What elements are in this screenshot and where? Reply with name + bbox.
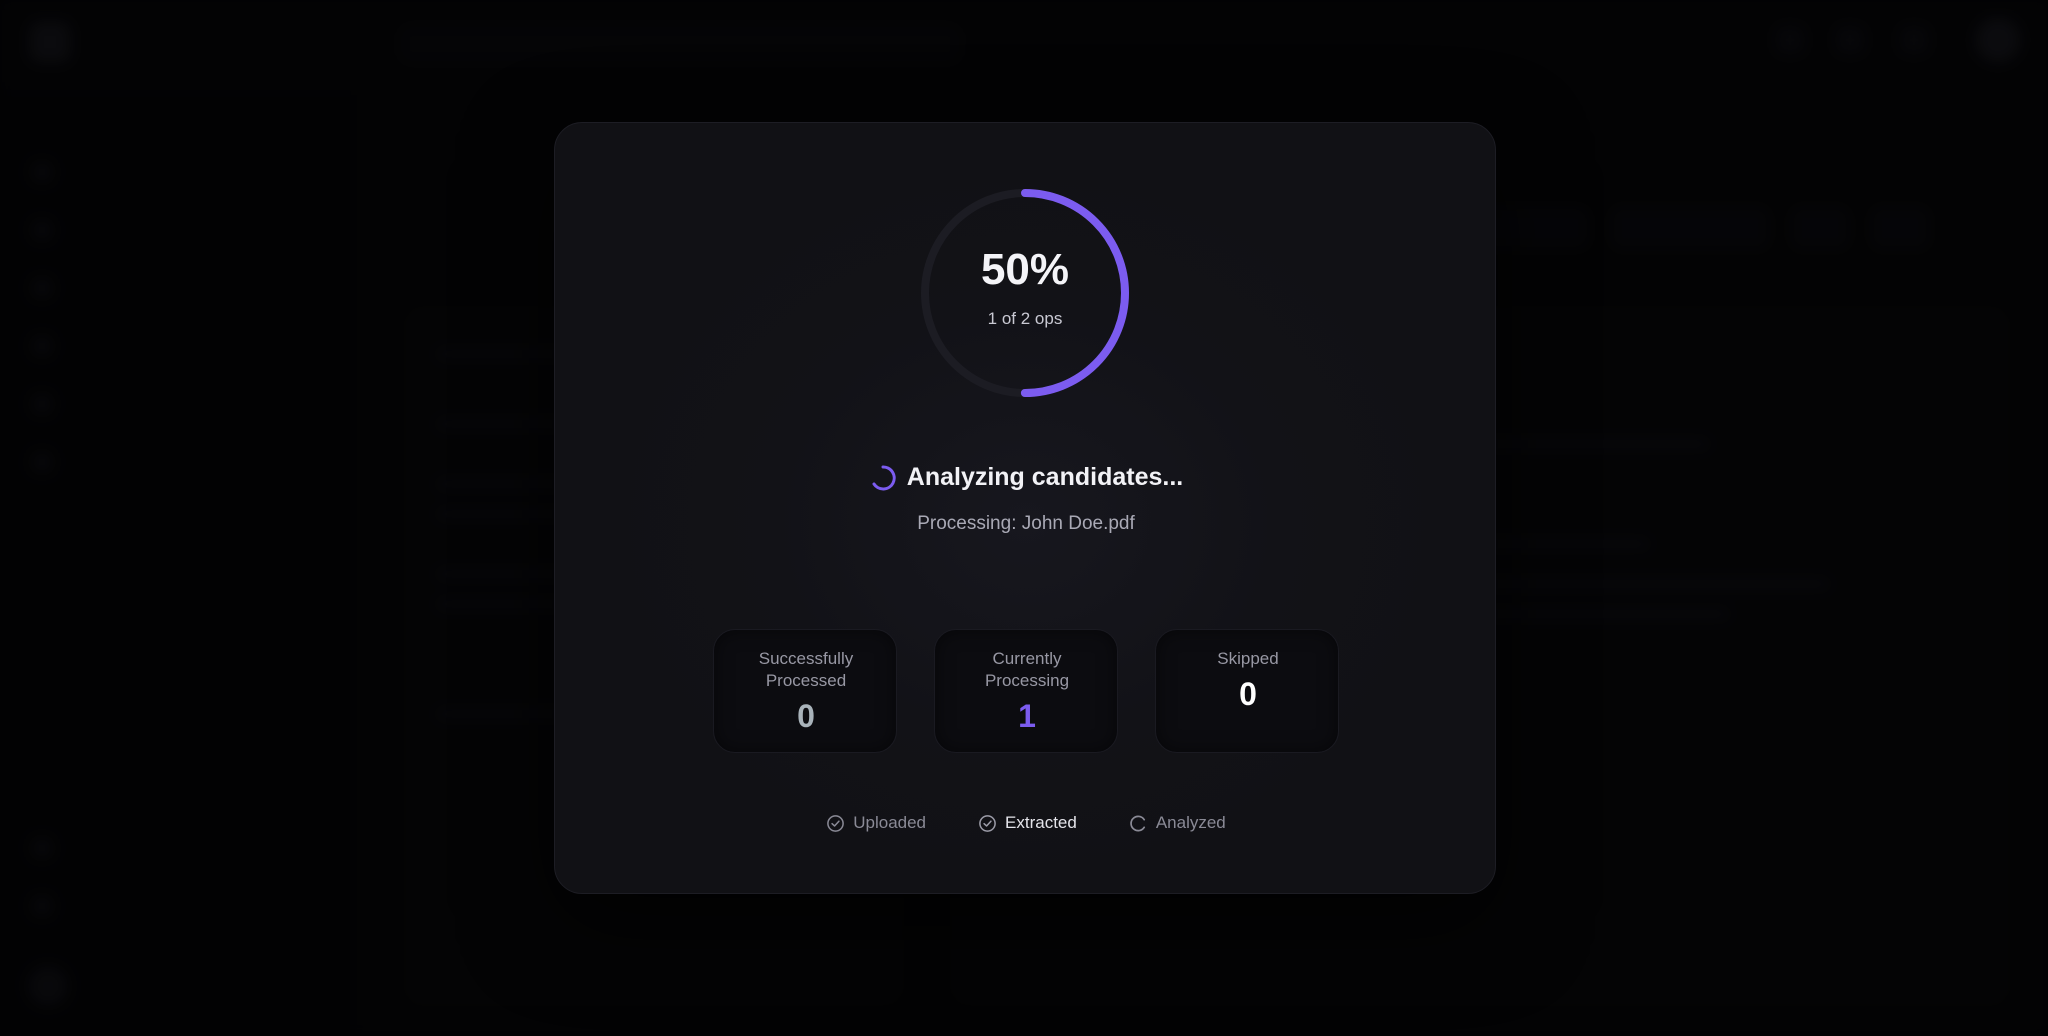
stat-value: 0: [1239, 676, 1257, 712]
status-title: Analyzing candidates...: [906, 463, 1184, 491]
loading-icon: [1130, 815, 1145, 831]
status-current-file: Processing: John Doe.pdf: [917, 513, 1135, 534]
step-analyzed: Analyzed: [1129, 813, 1226, 833]
check-circle-icon: [979, 814, 996, 832]
status-row: Analyzing candidates...: [555, 463, 1497, 492]
step-label: Extracted: [1005, 813, 1077, 832]
step-extracted: Extracted: [978, 813, 1077, 833]
progress-percent: 50%: [980, 245, 1070, 294]
stat-card-currently-processing: Currently Processing 1: [934, 629, 1118, 753]
progress-ring: 50% 1 of 2 ops: [915, 183, 1135, 403]
stat-label: Currently Processing: [984, 649, 1070, 690]
stat-label: Successfully Processed: [758, 649, 854, 690]
stat-value: 1: [1018, 698, 1036, 734]
spinner-icon: [872, 464, 896, 490]
step-label: Analyzed: [1155, 813, 1226, 832]
processing-modal: 50% 1 of 2 ops Analyzing candidates... P…: [554, 122, 1496, 894]
stat-label: Skipped: [1217, 649, 1279, 668]
stat-card-skipped: Skipped 0: [1155, 629, 1339, 753]
stat-value: 0: [797, 698, 815, 734]
pipeline-steps: Uploaded Extracted Analyzed: [555, 813, 1497, 833]
progress-ops-count: 1 of 2 ops: [987, 309, 1063, 328]
step-label: Uploaded: [853, 813, 927, 832]
stat-card-successfully-processed: Successfully Processed 0: [713, 629, 897, 753]
check-circle-icon: [827, 814, 845, 832]
step-uploaded: Uploaded: [826, 813, 926, 833]
